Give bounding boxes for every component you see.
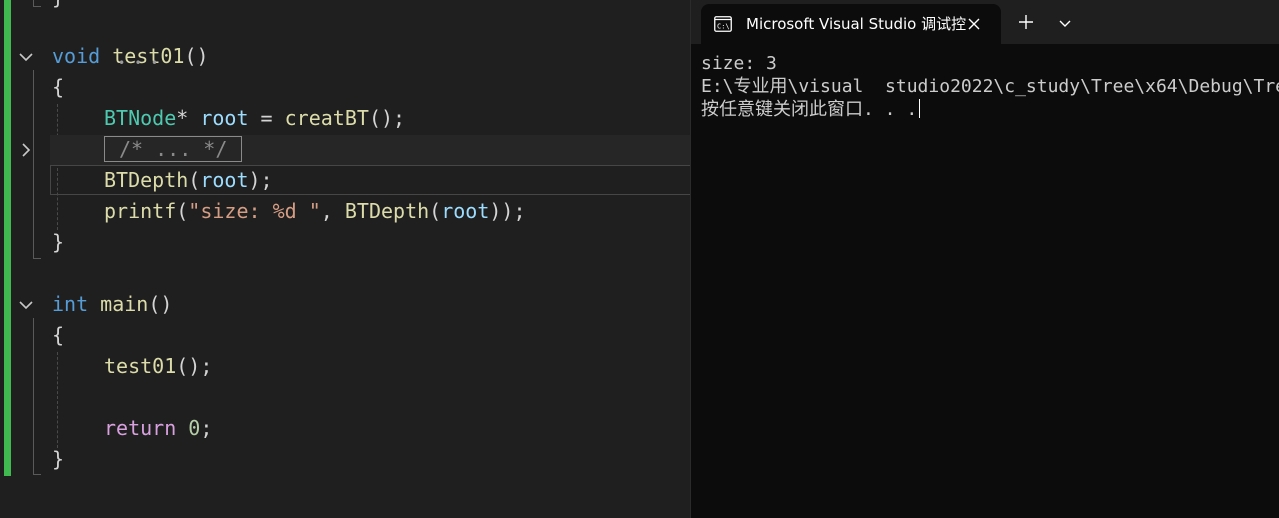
punctuation: (); <box>368 106 406 130</box>
punctuation: (); <box>176 354 213 378</box>
terminal-window[interactable]: C:\ Microsoft Visual Studio 调试控 size: 3 … <box>690 0 1279 518</box>
punctuation: , <box>320 199 345 223</box>
chevron-down-icon[interactable] <box>1057 15 1073 31</box>
punctuation: ( <box>429 199 442 223</box>
terminal-output[interactable]: size: 3 E:\专业用\visual studio2022\c_study… <box>701 52 1279 512</box>
svg-text:C:\: C:\ <box>717 23 730 31</box>
function-name: creatBT <box>284 106 369 130</box>
function-name: BTDepth <box>104 168 189 192</box>
output-line: size: 3 <box>701 53 777 74</box>
collapsed-region[interactable]: /* ... */ <box>104 136 243 162</box>
code-line[interactable]: } <box>52 227 64 258</box>
function-name: test01 <box>104 354 177 378</box>
format-specifier: %d <box>272 199 297 223</box>
code-line[interactable]: BTDepth(root); <box>104 165 273 196</box>
punctuation: ; <box>200 416 213 440</box>
open-brace: { <box>52 75 65 99</box>
control-keyword: return <box>104 416 177 440</box>
assignment: = <box>248 106 285 130</box>
variable: root <box>200 106 249 130</box>
variable: root <box>200 168 249 192</box>
code-editor[interactable]: } void test01 () • • • { BTNode* root = c… <box>0 0 690 518</box>
code-line[interactable]: { <box>52 72 64 103</box>
close-brace: } <box>52 230 65 254</box>
string-literal: " <box>296 199 321 223</box>
code-line[interactable]: int main() <box>52 289 172 320</box>
text-cursor <box>919 99 921 118</box>
type-name: BTNode <box>104 106 177 130</box>
code-line[interactable]: /* ... */ <box>104 134 243 165</box>
output-text: 按任意键关闭此窗口. . . <box>701 99 918 120</box>
code-line[interactable]: BTNode* root = creatBT(); <box>104 103 405 134</box>
console-icon: C:\ <box>714 16 732 32</box>
number-literal: 0 <box>188 416 201 440</box>
punctuation: ( <box>188 168 201 192</box>
terminal-tab[interactable]: C:\ Microsoft Visual Studio 调试控 <box>701 4 1001 44</box>
tab-title: Microsoft Visual Studio 调试控 <box>746 15 967 33</box>
function-name: printf <box>104 199 177 223</box>
code-line[interactable]: return 0; <box>104 413 212 444</box>
function-name: BTDepth <box>344 199 430 223</box>
plus-icon[interactable] <box>1017 13 1035 31</box>
punctuation: ( <box>176 199 189 223</box>
code-line[interactable]: } <box>52 0 64 13</box>
code-line[interactable]: test01(); <box>104 351 212 382</box>
function-name: main <box>100 292 149 316</box>
close-brace: } <box>52 447 65 471</box>
code-line[interactable]: } <box>52 444 64 475</box>
punctuation: )); <box>489 199 526 223</box>
variable: root <box>441 199 490 223</box>
output-line: 按任意键关闭此窗口. . . <box>701 98 1279 121</box>
code-line[interactable]: printf("size: %d ", BTDepth(root)); <box>104 196 526 227</box>
close-icon[interactable] <box>965 15 983 33</box>
keyword: int <box>52 292 89 316</box>
pointer-star: * <box>176 106 189 130</box>
punctuation: () <box>184 44 209 68</box>
terminal-tab-bar: C:\ Microsoft Visual Studio 调试控 <box>691 0 1279 44</box>
punctuation: () <box>148 292 173 316</box>
keyword: void <box>52 44 101 68</box>
suggestion-dots: • • • <box>118 56 160 70</box>
string-literal: "size: <box>188 199 273 223</box>
open-brace: { <box>52 323 65 347</box>
punctuation: ); <box>248 168 273 192</box>
closing-brace: } <box>52 0 64 9</box>
code-line[interactable]: { <box>52 320 64 351</box>
output-line: E:\专业用\visual studio2022\c_study\Tree\x6… <box>701 76 1279 97</box>
